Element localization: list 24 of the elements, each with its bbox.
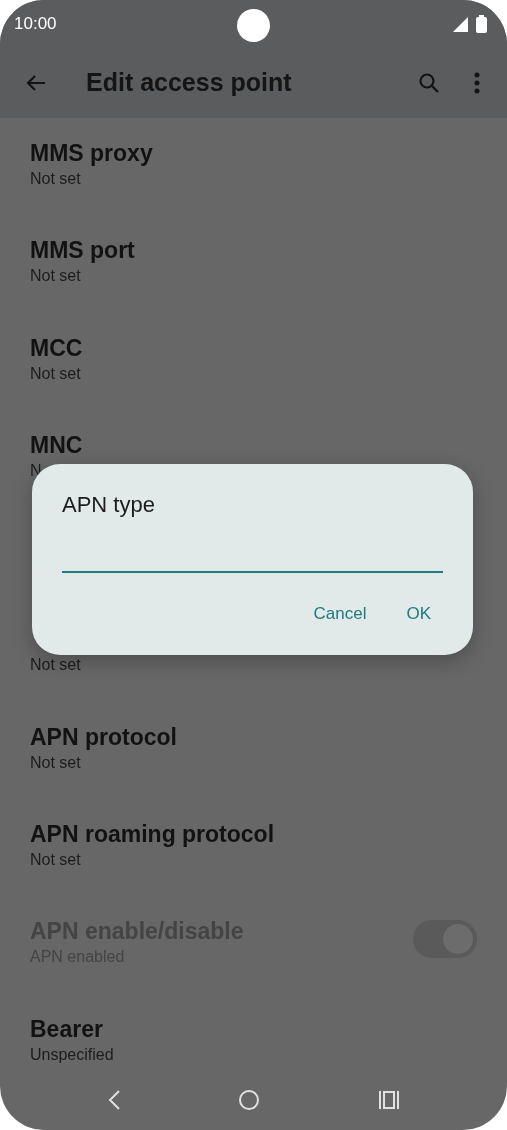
home-nav-icon[interactable]	[238, 1089, 261, 1111]
setting-title: MNC	[30, 430, 83, 460]
battery-icon	[476, 15, 487, 33]
signal-icon	[453, 16, 468, 32]
setting-title: APN protocol	[30, 722, 177, 752]
clock-time: 10:00	[14, 13, 57, 36]
dialog-button[interactable]: Cancel	[301, 597, 379, 631]
setting-title: MCC	[30, 333, 83, 363]
setting-value: Not set	[30, 363, 81, 384]
setting-value: Unspecified	[30, 1044, 114, 1065]
setting-value: Not set	[30, 169, 81, 189]
recents-nav-icon[interactable]	[378, 1090, 401, 1110]
setting-title: MMS port	[30, 236, 135, 266]
setting-title: MMS proxy	[30, 139, 153, 168]
setting-title: APN roaming protocol	[30, 820, 275, 850]
setting-value: Not set	[30, 850, 81, 871]
setting-value: Not set	[30, 655, 81, 676]
setting-value: Not set	[30, 266, 81, 287]
dialog-button[interactable]: OK	[394, 597, 443, 631]
back-nav-icon[interactable]	[106, 1089, 121, 1111]
setting-title: Bearer	[30, 1014, 103, 1044]
dialog-title: APN type	[62, 491, 155, 519]
setting-value: Not set	[30, 752, 81, 773]
screen-title: Edit access point	[86, 67, 292, 99]
